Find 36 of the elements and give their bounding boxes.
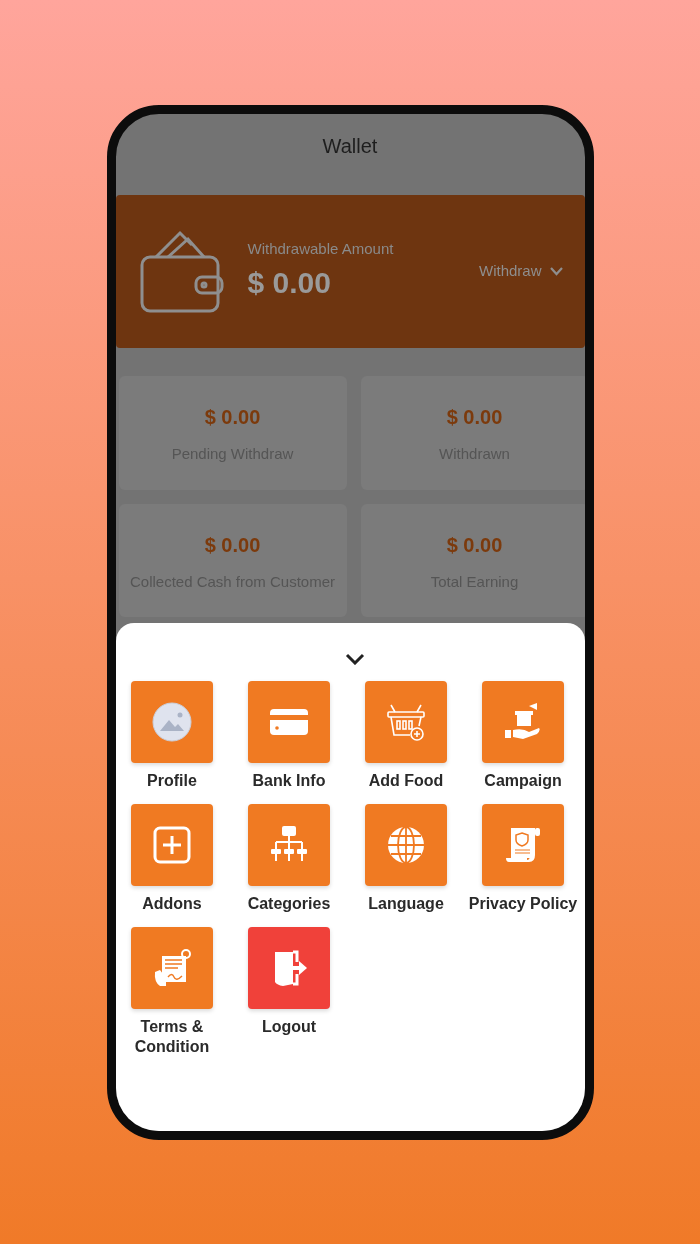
menu-tile[interactable] xyxy=(131,804,213,887)
menu-tile[interactable] xyxy=(482,681,564,763)
menu-label[interactable]: Terms & Condition xyxy=(127,1017,217,1056)
menu-label[interactable]: Language xyxy=(368,894,444,914)
menu-tile[interactable] xyxy=(365,681,447,763)
add-square-icon xyxy=(152,825,192,866)
menu-label[interactable]: Privacy Policy xyxy=(468,894,578,914)
menu-tile[interactable] xyxy=(248,804,330,887)
menu-label[interactable]: Categories xyxy=(247,894,331,914)
menu-label[interactable]: Profile xyxy=(147,771,197,791)
wallet-icon xyxy=(139,228,224,315)
menu-label[interactable]: Campaign xyxy=(484,771,562,791)
menu-label[interactable]: Add Food xyxy=(368,771,444,791)
menu-tile[interactable] xyxy=(131,681,213,763)
menu-tile[interactable] xyxy=(248,927,330,1010)
screen-title: Wallet xyxy=(321,134,379,159)
globe-icon xyxy=(386,825,426,866)
basket-icon xyxy=(386,702,426,742)
menu-label[interactable]: Bank Info xyxy=(252,771,326,791)
menu-label[interactable]: Addons xyxy=(142,894,202,914)
menu-tile[interactable] xyxy=(482,804,564,887)
stat-amount: $ 0.00 xyxy=(445,405,504,430)
stat-amount: $ 0.00 xyxy=(203,532,262,558)
signed-document-icon xyxy=(152,948,192,989)
stat-amount: $ 0.00 xyxy=(203,405,262,430)
menu-tile[interactable] xyxy=(365,804,447,887)
chevron-down-icon[interactable] xyxy=(345,653,365,665)
image-icon xyxy=(152,702,192,742)
menu-label[interactable]: Logout xyxy=(261,1017,317,1037)
balance-label: Withdrawable Amount xyxy=(247,238,395,259)
menu-tile[interactable] xyxy=(131,927,213,1010)
gift-hand-icon xyxy=(503,702,543,742)
balance-amount: $ 0.00 xyxy=(247,265,332,302)
menu-tile[interactable] xyxy=(248,681,330,763)
stat-amount: $ 0.00 xyxy=(445,532,504,558)
chevron-down-icon xyxy=(549,267,563,276)
